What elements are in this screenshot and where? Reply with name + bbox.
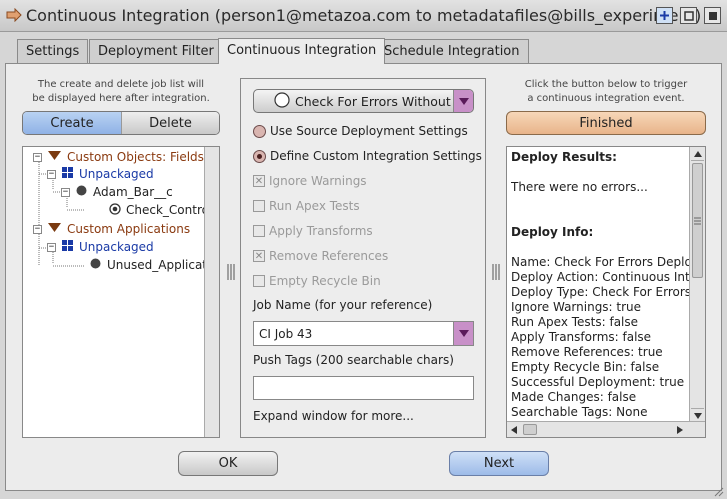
result-line: Successful Deployment: true bbox=[511, 375, 685, 389]
checkbox-checked-icon: ✕ bbox=[253, 175, 265, 187]
left-splitter-grip-icon[interactable] bbox=[225, 262, 237, 282]
collapse-icon[interactable]: − bbox=[61, 187, 70, 197]
object-dot-icon bbox=[76, 185, 87, 199]
object-type-icon bbox=[48, 222, 61, 236]
result-line: Deploy Action: Continuous Integ bbox=[511, 270, 691, 284]
result-line bbox=[511, 210, 691, 225]
right-splitter-grip-icon[interactable] bbox=[490, 262, 502, 282]
result-line: Made Changes: false bbox=[511, 390, 637, 404]
tree-scrollbar[interactable] bbox=[204, 147, 219, 437]
scroll-down-icon[interactable] bbox=[691, 408, 704, 422]
mode-radio-icon bbox=[274, 91, 290, 111]
maximize-icon[interactable] bbox=[680, 7, 697, 24]
object-dot-icon bbox=[90, 258, 101, 272]
job-name-label: Job Name (for your reference) bbox=[253, 298, 433, 312]
finished-button[interactable]: Finished bbox=[506, 111, 706, 135]
result-line: There were no errors... bbox=[511, 180, 648, 194]
tree-item-unpackaged[interactable]: Unpackaged bbox=[79, 167, 154, 181]
checkbox-icon bbox=[253, 200, 265, 212]
push-tags-label: Push Tags (200 searchable chars) bbox=[253, 353, 454, 367]
result-line: Remove References: true bbox=[511, 345, 663, 359]
result-line: Deploy Results: bbox=[511, 150, 617, 164]
right-note: Click the button below to trigger a cont… bbox=[524, 79, 688, 104]
expand-note: Expand window for more... bbox=[253, 409, 414, 423]
close-icon[interactable] bbox=[704, 7, 721, 24]
hscroll-thumb[interactable] bbox=[523, 424, 537, 435]
result-line bbox=[511, 195, 691, 210]
left-note: The create and delete job list will be d… bbox=[32, 79, 210, 104]
tree-item-custom-applications[interactable]: Custom Applications bbox=[67, 222, 190, 236]
mode-combo[interactable]: Check For Errors Without M bbox=[253, 89, 474, 113]
collapse-icon[interactable]: − bbox=[47, 242, 56, 252]
field-radio-icon bbox=[109, 202, 121, 218]
title-bar: Continuous Integration (person1@metazoa.… bbox=[0, 0, 727, 32]
checkbox-checked-icon: ✕ bbox=[253, 250, 265, 262]
tab-schedule-integration[interactable]: Schedule Integration bbox=[375, 39, 529, 63]
checkbox-icon bbox=[253, 225, 265, 237]
settings-panel: Check For Errors Without M Use Source De… bbox=[240, 78, 486, 438]
chevron-down-icon[interactable] bbox=[453, 90, 473, 112]
result-line bbox=[511, 240, 691, 255]
mode-combo-value: Check For Errors Without M bbox=[295, 93, 453, 109]
job-name-value: CI Job 43 bbox=[259, 326, 313, 341]
object-type-icon bbox=[48, 150, 61, 164]
scroll-right-icon[interactable] bbox=[673, 423, 687, 436]
tab-deployment-filter[interactable]: Deployment Filter bbox=[89, 39, 223, 63]
tab-settings[interactable]: Settings bbox=[17, 39, 89, 63]
job-tree: − Custom Objects: Fields − Unpackaged − … bbox=[22, 146, 220, 438]
define-custom-option[interactable]: Define Custom Integration Settings bbox=[253, 146, 482, 166]
package-grid-icon bbox=[62, 240, 73, 254]
collapse-icon[interactable]: − bbox=[33, 152, 42, 162]
result-line bbox=[511, 165, 691, 180]
tree-item-unpackaged-2[interactable]: Unpackaged bbox=[79, 240, 154, 254]
deploy-results-text: Deploy Results: There were no errors... De… bbox=[511, 150, 691, 420]
tree-item-adam-bar[interactable]: Adam_Bar__c bbox=[93, 185, 173, 199]
collapse-icon[interactable]: − bbox=[33, 224, 42, 234]
deploy-results-panel: Deploy Results: There were no errors... De… bbox=[506, 146, 706, 438]
scroll-left-icon[interactable] bbox=[507, 423, 521, 436]
radio-selected-icon bbox=[253, 149, 266, 163]
radio-unselected-icon bbox=[253, 124, 266, 138]
chevron-down-icon[interactable] bbox=[453, 322, 473, 345]
remove-references-checkbox[interactable]: ✕ Remove References bbox=[253, 246, 388, 266]
result-line: Apply Transforms: false bbox=[511, 330, 652, 344]
create-delete-toggle: Create Delete bbox=[22, 111, 220, 135]
use-source-option[interactable]: Use Source Deployment Settings bbox=[253, 121, 468, 141]
run-apex-checkbox[interactable]: Run Apex Tests bbox=[253, 196, 360, 216]
tree-item-custom-objects[interactable]: Custom Objects: Fields bbox=[67, 150, 204, 164]
tab-continuous-integration[interactable]: Continuous Integration bbox=[218, 38, 386, 64]
checkbox-icon bbox=[253, 275, 265, 287]
results-horizontal-scrollbar[interactable] bbox=[507, 421, 705, 437]
ok-button[interactable]: OK bbox=[178, 451, 278, 476]
app-arrow-icon bbox=[6, 7, 22, 25]
ignore-warnings-checkbox[interactable]: ✕ Ignore Warnings bbox=[253, 171, 367, 191]
scroll-thumb[interactable] bbox=[692, 163, 703, 278]
collapse-icon[interactable]: − bbox=[47, 169, 56, 179]
results-vertical-scrollbar[interactable] bbox=[689, 147, 705, 422]
result-line: Name: Check For Errors Deploy bbox=[511, 255, 691, 269]
tree-item-check-control[interactable]: Check_Contro bbox=[126, 203, 209, 217]
delete-button[interactable]: Delete bbox=[121, 112, 219, 134]
empty-recycle-checkbox[interactable]: Empty Recycle Bin bbox=[253, 271, 381, 291]
apply-transforms-checkbox[interactable]: Apply Transforms bbox=[253, 221, 373, 241]
result-line: Run Apex Tests: false bbox=[511, 315, 639, 329]
result-line: Empty Recycle Bin: false bbox=[511, 360, 660, 374]
next-button[interactable]: Next bbox=[449, 451, 549, 476]
tree-item-unused-application[interactable]: Unused_Applicat bbox=[107, 258, 207, 272]
create-button[interactable]: Create bbox=[23, 112, 121, 134]
result-line: Ignore Warnings: true bbox=[511, 300, 642, 314]
package-grid-icon bbox=[62, 167, 73, 181]
result-line: Deploy Info: bbox=[511, 225, 594, 239]
result-line: Searchable Tags: None bbox=[511, 405, 648, 419]
push-tags-input[interactable] bbox=[253, 376, 474, 400]
job-name-combo[interactable]: CI Job 43 bbox=[253, 321, 474, 346]
resize-grip-icon[interactable] bbox=[712, 485, 724, 499]
plus-icon[interactable] bbox=[656, 7, 673, 24]
scroll-up-icon[interactable] bbox=[691, 147, 704, 161]
window-title: Continuous Integration (person1@metazoa.… bbox=[26, 6, 702, 25]
result-line: Deploy Type: Check For Errors bbox=[511, 285, 691, 299]
